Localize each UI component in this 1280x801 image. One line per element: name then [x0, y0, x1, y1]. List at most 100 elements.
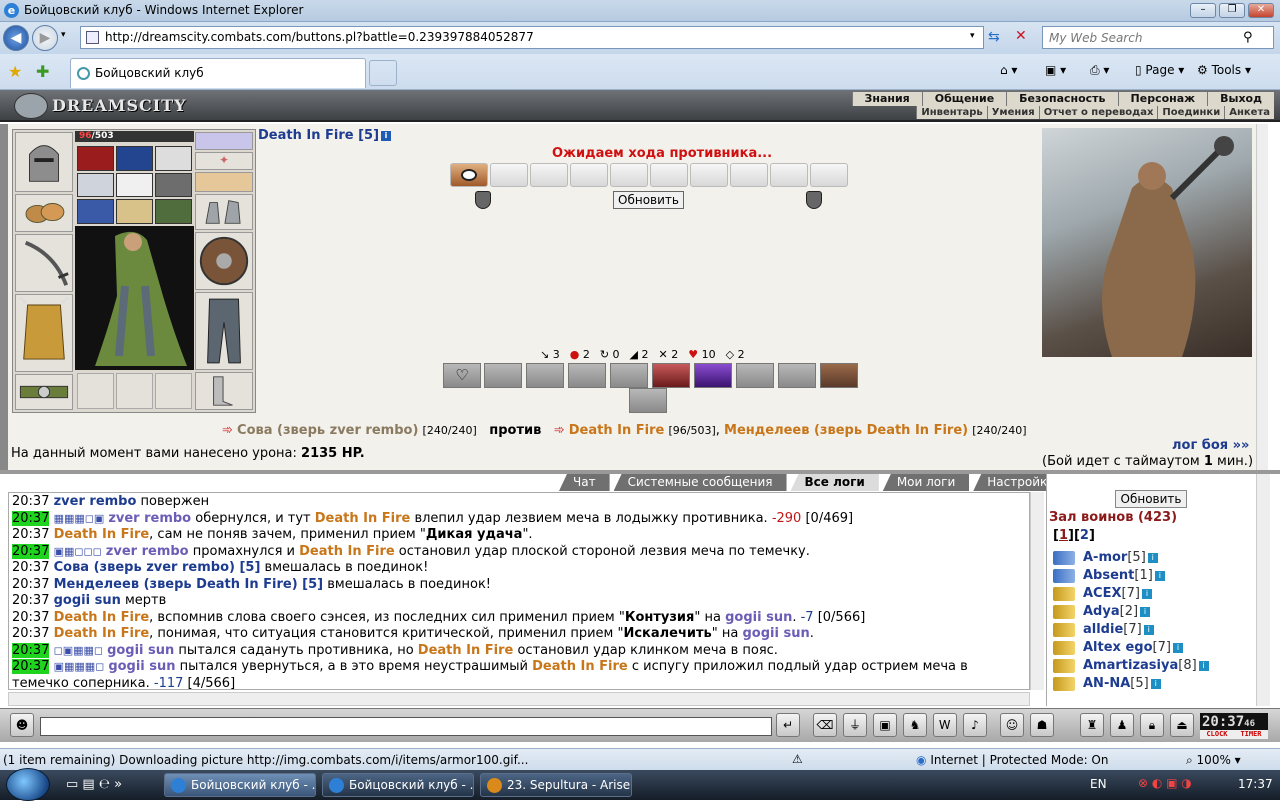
search-icon[interactable]: ⚲: [1243, 30, 1253, 45]
address-dropdown-icon[interactable]: ▾: [970, 31, 975, 41]
battle-frame-scrollbar[interactable]: [1256, 124, 1268, 470]
menu-profile[interactable]: Анкета: [1224, 106, 1274, 119]
info-icon[interactable]: i: [1172, 642, 1183, 653]
refresh-icon[interactable]: ⇆: [988, 29, 1000, 45]
gloves-slot[interactable]: [195, 194, 253, 230]
skill-blood-strike-button[interactable]: [652, 363, 690, 388]
addon-icon[interactable]: ⚠: [792, 752, 803, 766]
add-favorites-icon[interactable]: ✚: [36, 62, 49, 81]
skill-hammer-button[interactable]: [820, 363, 858, 388]
armor-slot[interactable]: [15, 294, 73, 372]
favorites-star-icon[interactable]: ★: [8, 62, 22, 81]
player-name[interactable]: Altex ego: [1083, 640, 1153, 655]
player-list-item[interactable]: ACEX[7] i: [1053, 586, 1152, 601]
hall-scrollbar[interactable]: [1256, 474, 1270, 706]
forward-button[interactable]: ▶: [32, 25, 58, 51]
fight-icon[interactable]: ♞: [903, 713, 927, 737]
player-name[interactable]: AN-NA: [1083, 676, 1130, 691]
private-message-icon[interactable]: [1053, 550, 1075, 565]
private-message-icon[interactable]: [1053, 658, 1075, 673]
battle-refresh-button[interactable]: Обновить: [613, 191, 684, 209]
player-list-item[interactable]: Amartizasiya[8] i: [1053, 658, 1209, 673]
exit-icon[interactable]: ⏏: [1170, 713, 1194, 737]
player-list-item[interactable]: AN-NA[5] i: [1053, 676, 1161, 691]
quicklaunch-icons[interactable]: ▭ ▤ ℮ »: [66, 777, 122, 792]
fighter-name[interactable]: Death In Fire: [532, 659, 628, 674]
scroll-slot[interactable]: [155, 146, 192, 171]
menu-skills[interactable]: Умения: [986, 106, 1039, 119]
print-icon[interactable]: ⎙ ▾: [1090, 63, 1109, 78]
scroll-slot[interactable]: [155, 199, 192, 224]
private-message-icon[interactable]: [1053, 622, 1075, 637]
player-list-item[interactable]: Adya[2] i: [1053, 604, 1151, 619]
taskbar-item-1[interactable]: Бойцовский клуб - ...: [164, 773, 316, 797]
side2-fighter-1[interactable]: Death In Fire: [569, 423, 665, 438]
bag-icon[interactable]: ♜: [1080, 713, 1104, 737]
player-name[interactable]: alldie: [1083, 622, 1123, 637]
tab-chat[interactable]: Чат: [559, 474, 610, 491]
empty-slot[interactable]: [77, 373, 114, 409]
fighter-name[interactable]: gogii sun: [108, 659, 175, 674]
scroll-slot[interactable]: [77, 199, 114, 224]
tab-system-messages[interactable]: Системные сообщения: [613, 474, 787, 491]
mask-icon[interactable]: ☗: [1030, 713, 1054, 737]
players-icon[interactable]: ♟: [1110, 713, 1134, 737]
fighter-name[interactable]: Death In Fire: [299, 544, 395, 559]
boots-slot[interactable]: [195, 372, 253, 410]
skill-sword-button[interactable]: [610, 363, 648, 388]
weapon-slot[interactable]: [15, 234, 73, 292]
fighter-name[interactable]: gogii sun: [107, 643, 174, 658]
info-icon[interactable]: i: [1147, 552, 1158, 563]
shield-slot[interactable]: [195, 232, 253, 290]
tab-all-logs[interactable]: Все логи: [790, 474, 879, 491]
menu-knowledge[interactable]: Знания: [851, 92, 922, 106]
chat-input[interactable]: [40, 717, 772, 736]
info-icon[interactable]: i: [1154, 570, 1165, 581]
fighter-name[interactable]: Death In Fire: [54, 626, 150, 641]
empty-slot[interactable]: [116, 373, 153, 409]
zoom-level[interactable]: ⌕ 100% ▾: [1186, 753, 1241, 768]
menu-exit[interactable]: Выход: [1207, 92, 1274, 106]
skill-burst-button[interactable]: [736, 363, 774, 388]
fighter-name[interactable]: Death In Fire: [315, 511, 411, 526]
language-indicator[interactable]: EN: [1090, 777, 1107, 791]
maximize-button[interactable]: ❐: [1219, 3, 1245, 18]
player-list-item[interactable]: Absent[1] i: [1053, 568, 1165, 583]
fighter-name[interactable]: Death In Fire: [418, 643, 514, 658]
skill-shield-button[interactable]: [778, 363, 816, 388]
address-input[interactable]: http://dreamscity.combats.com/buttons.pl…: [80, 26, 984, 49]
menu-battles[interactable]: Поединки: [1157, 106, 1224, 119]
menu-transfer-report[interactable]: Отчет о переводах: [1038, 106, 1158, 119]
side1-fighter[interactable]: Сова (зверь zver rembo): [237, 423, 418, 438]
scrolls-slot[interactable]: [195, 172, 253, 192]
menu-security[interactable]: Безопасность: [1006, 92, 1117, 106]
scroll-slot[interactable]: [155, 172, 192, 198]
fighter-name[interactable]: Death In Fire: [54, 610, 150, 625]
character-name[interactable]: Death In Fire [5] i: [258, 128, 392, 143]
character-portrait[interactable]: [75, 226, 194, 370]
page-2-link[interactable]: 2: [1080, 528, 1089, 543]
info-icon[interactable]: i: [1198, 660, 1209, 671]
history-dropdown-icon[interactable]: ▾: [61, 30, 66, 40]
opponent-portrait[interactable]: [1042, 128, 1252, 357]
info-icon[interactable]: i: [1150, 678, 1161, 689]
page-menu[interactable]: ▯ Page ▾: [1135, 63, 1184, 77]
private-message-icon[interactable]: [1053, 676, 1075, 691]
skill-heart-button[interactable]: ♡: [443, 363, 481, 388]
fighter-name[interactable]: Менделеев (зверь Death In Fire) [5]: [54, 577, 324, 592]
log-scrollbar[interactable]: [1030, 492, 1044, 690]
private-message-icon[interactable]: [1053, 640, 1075, 655]
player-name[interactable]: Amartizasiya: [1083, 658, 1178, 673]
tray-icons[interactable]: ⊗ ◐ ▣ ◑: [1138, 776, 1192, 790]
new-tab-button[interactable]: [369, 60, 397, 86]
filter-icon[interactable]: ⏚: [843, 713, 867, 737]
skill-wing-button[interactable]: [629, 388, 667, 413]
ring-slot[interactable]: [116, 146, 153, 171]
player-name[interactable]: ACEX: [1083, 586, 1122, 601]
player-name[interactable]: Adya: [1083, 604, 1120, 619]
send-icon[interactable]: ↵: [776, 713, 800, 737]
tools-menu[interactable]: ⚙ Tools ▾: [1197, 63, 1251, 77]
taskbar-item-2[interactable]: Бойцовский клуб - ...: [322, 773, 474, 797]
fighter-name[interactable]: zver rembo: [108, 511, 191, 526]
scroll-slot[interactable]: [116, 199, 153, 224]
